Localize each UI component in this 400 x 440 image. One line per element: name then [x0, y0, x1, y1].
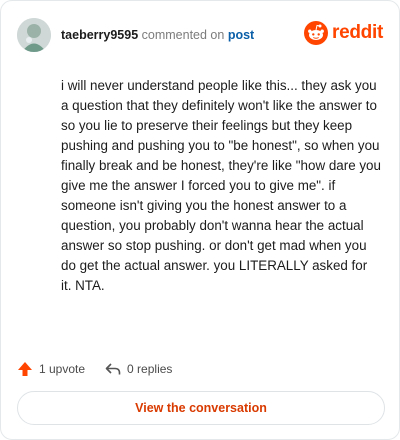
reddit-logo[interactable]: reddit: [304, 21, 383, 45]
replies-button[interactable]: 0 replies: [105, 361, 172, 377]
comment-body: i will never understand people like this…: [61, 78, 381, 293]
reply-arrow-icon: [105, 363, 121, 375]
view-conversation-button[interactable]: View the conversation: [17, 391, 385, 425]
upvote-button[interactable]: 1 upvote: [17, 361, 85, 377]
embedded-comment-card: taeberry9595 commented on post reddit i …: [0, 0, 400, 440]
comment-meta: taeberry9595 commented on post: [61, 28, 254, 42]
upvote-arrow-icon: [18, 362, 32, 376]
username[interactable]: taeberry9595: [61, 28, 138, 42]
comment-actions: 1 upvote 0 replies: [17, 359, 192, 379]
action-text: commented on: [141, 28, 225, 42]
replies-count: 0 replies: [127, 362, 173, 376]
comment-header: taeberry9595 commented on post reddit: [17, 17, 383, 53]
reddit-logo-text: reddit: [332, 22, 383, 43]
avatar[interactable]: [17, 18, 51, 52]
post-link[interactable]: post: [228, 28, 254, 42]
reddit-logo-icon: [304, 21, 329, 45]
upvote-count: 1 upvote: [39, 362, 86, 376]
